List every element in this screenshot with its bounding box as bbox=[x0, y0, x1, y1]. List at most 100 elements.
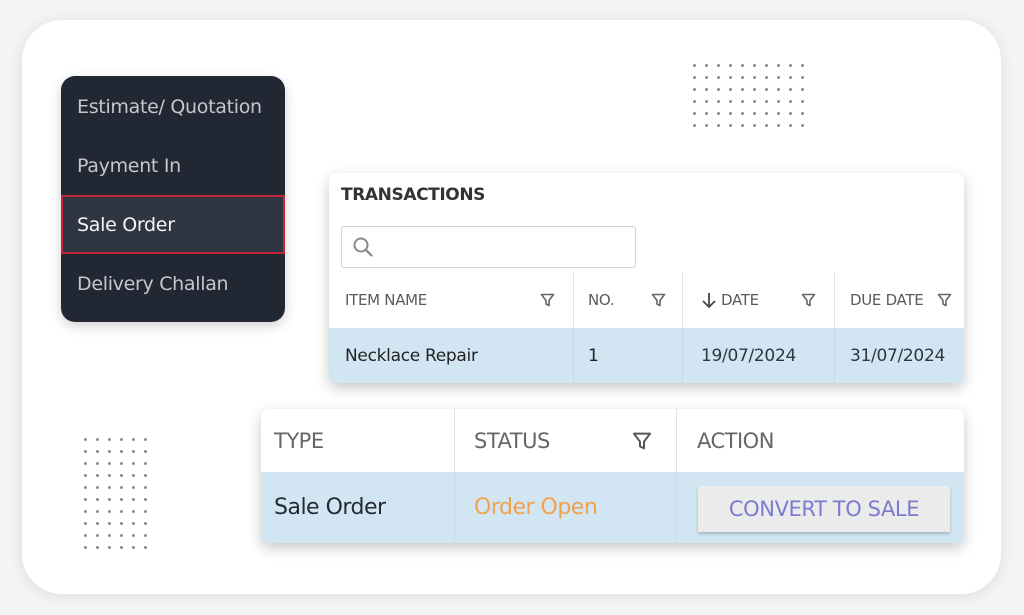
dot bbox=[79, 445, 91, 457]
dot bbox=[127, 529, 139, 541]
dot bbox=[103, 493, 115, 505]
dot bbox=[736, 83, 748, 95]
dot bbox=[127, 505, 139, 517]
arrow-down-icon[interactable] bbox=[701, 291, 717, 309]
dot bbox=[760, 83, 772, 95]
dot bbox=[103, 529, 115, 541]
dot bbox=[139, 445, 151, 457]
date-value: 19/07/2024 bbox=[701, 345, 796, 366]
dot bbox=[91, 469, 103, 481]
column-header-no[interactable]: NO. bbox=[573, 272, 682, 328]
column-label: DUE DATE bbox=[850, 291, 924, 309]
dot bbox=[127, 445, 139, 457]
column-label: ACTION bbox=[697, 428, 774, 453]
dot bbox=[748, 71, 760, 83]
dot bbox=[748, 119, 760, 131]
filter-icon[interactable] bbox=[651, 293, 666, 308]
dot bbox=[139, 517, 151, 529]
column-header-due-date[interactable]: DUE DATE bbox=[834, 272, 964, 328]
dot bbox=[79, 481, 91, 493]
dot bbox=[115, 481, 127, 493]
dot bbox=[784, 95, 796, 107]
dot bbox=[796, 83, 808, 95]
dot bbox=[700, 119, 712, 131]
dot bbox=[712, 71, 724, 83]
dot bbox=[688, 83, 700, 95]
dot bbox=[736, 119, 748, 131]
dot bbox=[127, 433, 139, 445]
dot bbox=[784, 119, 796, 131]
dot bbox=[91, 529, 103, 541]
dot bbox=[91, 505, 103, 517]
dot bbox=[700, 107, 712, 119]
column-label: NO. bbox=[588, 291, 615, 309]
filter-icon[interactable] bbox=[632, 431, 652, 451]
dot bbox=[796, 71, 808, 83]
transactions-title: TRANSACTIONS bbox=[341, 185, 485, 205]
cell-item-name: Necklace Repair bbox=[329, 328, 573, 383]
dot bbox=[91, 457, 103, 469]
menu-item-estimate-quotation[interactable]: Estimate/ Quotation bbox=[61, 77, 285, 136]
dot bbox=[127, 469, 139, 481]
cell-status: Order Open bbox=[454, 472, 676, 543]
dot bbox=[127, 517, 139, 529]
dot bbox=[91, 433, 103, 445]
table-row[interactable]: Necklace Repair 1 19/07/2024 31/07/2024 bbox=[329, 328, 964, 383]
decorative-dot-grid-top bbox=[688, 59, 808, 131]
dot bbox=[700, 83, 712, 95]
convert-to-sale-button[interactable]: CONVERT TO SALE bbox=[698, 485, 950, 532]
dot bbox=[772, 83, 784, 95]
dot bbox=[688, 59, 700, 71]
table-row[interactable]: Sale Order Order Open CONVERT TO SALE bbox=[261, 472, 964, 543]
search-field[interactable] bbox=[341, 226, 636, 268]
order-status-panel: TYPE STATUS ACTION Sale Order Order Open… bbox=[261, 409, 964, 543]
dot bbox=[103, 541, 115, 553]
dot bbox=[127, 457, 139, 469]
menu-item-delivery-challan[interactable]: Delivery Challan bbox=[61, 254, 285, 313]
dot bbox=[772, 95, 784, 107]
dot bbox=[91, 541, 103, 553]
dot bbox=[736, 59, 748, 71]
column-header-status[interactable]: STATUS bbox=[454, 409, 676, 472]
dot bbox=[103, 517, 115, 529]
dot bbox=[115, 493, 127, 505]
menu-item-sale-order[interactable]: Sale Order bbox=[61, 195, 285, 254]
dot bbox=[103, 457, 115, 469]
dot bbox=[79, 457, 91, 469]
dot bbox=[139, 493, 151, 505]
dot bbox=[724, 59, 736, 71]
column-label: STATUS bbox=[474, 428, 550, 453]
dot bbox=[139, 433, 151, 445]
dot bbox=[760, 71, 772, 83]
dot bbox=[103, 505, 115, 517]
filter-icon[interactable] bbox=[801, 293, 816, 308]
dot bbox=[127, 481, 139, 493]
dot bbox=[700, 59, 712, 71]
dot bbox=[115, 541, 127, 553]
dot bbox=[79, 493, 91, 505]
column-header-item-name[interactable]: ITEM NAME bbox=[329, 272, 573, 328]
search-input[interactable] bbox=[374, 227, 635, 267]
dot bbox=[91, 493, 103, 505]
dot bbox=[784, 107, 796, 119]
dot bbox=[103, 433, 115, 445]
column-header-type[interactable]: TYPE bbox=[261, 409, 454, 472]
filter-icon[interactable] bbox=[540, 293, 555, 308]
dot bbox=[79, 541, 91, 553]
dot bbox=[79, 433, 91, 445]
column-header-date[interactable]: DATE bbox=[682, 272, 834, 328]
dot bbox=[139, 457, 151, 469]
dot bbox=[139, 505, 151, 517]
cell-type: Sale Order bbox=[261, 472, 454, 543]
transactions-panel: TRANSACTIONS ITEM NAME NO. DATE DUE DATE… bbox=[329, 173, 964, 383]
dot bbox=[115, 529, 127, 541]
dot bbox=[796, 119, 808, 131]
dot bbox=[688, 95, 700, 107]
dot bbox=[115, 505, 127, 517]
dot bbox=[736, 107, 748, 119]
transaction-type-menu: Estimate/ Quotation Payment In Sale Orde… bbox=[61, 76, 285, 322]
menu-item-payment-in[interactable]: Payment In bbox=[61, 136, 285, 195]
dot bbox=[736, 95, 748, 107]
filter-icon[interactable] bbox=[937, 293, 952, 308]
cell-no: 1 bbox=[573, 328, 682, 383]
